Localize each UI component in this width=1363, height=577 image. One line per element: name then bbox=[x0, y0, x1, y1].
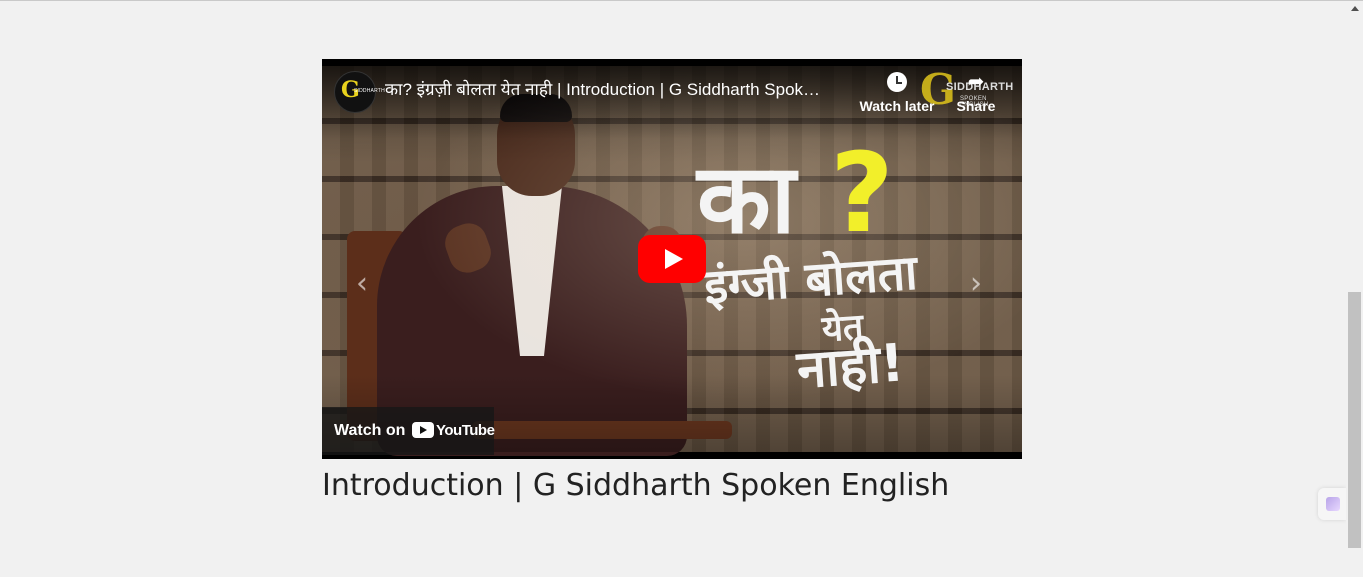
share-button[interactable]: ➦ Share bbox=[950, 69, 1002, 116]
thumbnail-text-line2: इंग्जी बोलता bbox=[702, 244, 920, 316]
floating-assistant-widget[interactable] bbox=[1318, 488, 1346, 520]
channel-avatar[interactable]: G SIDDHARTH bbox=[334, 71, 385, 113]
thumbnail-text-line4: नाही! bbox=[795, 333, 907, 401]
share-arrow-icon: ➦ bbox=[967, 71, 985, 93]
play-button[interactable] bbox=[638, 235, 706, 283]
clock-icon bbox=[887, 72, 907, 92]
thumbnail-question-mark: ? bbox=[830, 129, 894, 257]
youtube-logo-icon bbox=[412, 422, 434, 438]
watch-on-youtube-button[interactable]: Watch on YouTube bbox=[322, 407, 495, 455]
watch-later-label: Watch later bbox=[859, 98, 935, 114]
youtube-wordmark: YouTube bbox=[436, 422, 495, 439]
channel-avatar-text: SIDDHARTH bbox=[354, 88, 385, 94]
watch-later-button[interactable]: Watch later bbox=[859, 69, 935, 116]
scrollbar-thumb[interactable] bbox=[1348, 292, 1361, 548]
thumbnail-text-line1: का bbox=[697, 143, 796, 255]
chevron-right-icon[interactable]: › bbox=[970, 269, 982, 299]
scroll-up-arrow-icon[interactable] bbox=[1351, 6, 1359, 11]
page-title: Introduction | G Siddharth Spoken Englis… bbox=[322, 468, 950, 503]
video-title-link[interactable]: का? इंग्रज़ी बोलता येत नाही | Introducti… bbox=[385, 79, 855, 101]
share-label: Share bbox=[956, 98, 996, 114]
chevron-left-icon[interactable]: ‹ bbox=[356, 269, 368, 299]
youtube-embed[interactable]: का ? इंग्जी बोलता येत नाही! G SIDDHARTH … bbox=[322, 59, 1022, 459]
browser-top-border bbox=[0, 0, 1363, 1]
watch-on-label: Watch on bbox=[334, 422, 406, 439]
assistant-icon bbox=[1326, 497, 1340, 511]
